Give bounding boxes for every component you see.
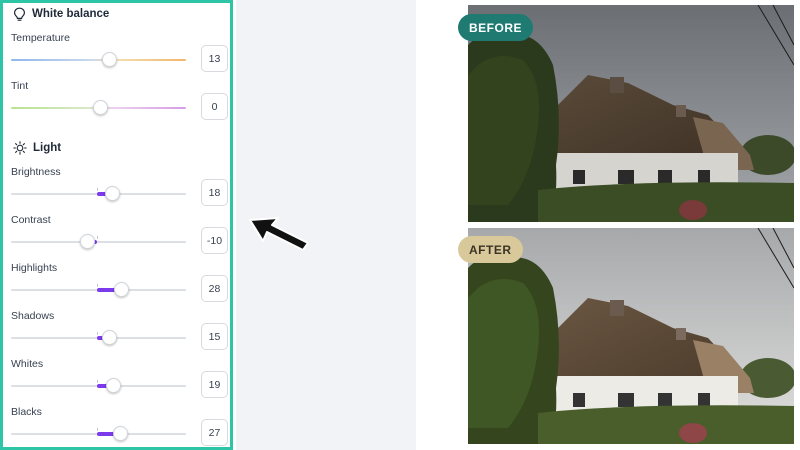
contrast-track[interactable] bbox=[11, 241, 186, 243]
tint-value-field[interactable]: 0 bbox=[201, 93, 228, 120]
contrast-slider-row: Contrast -10 bbox=[11, 214, 228, 260]
temperature-slider-row: Temperature 13 bbox=[11, 32, 228, 78]
tint-slider-row: Tint 0 bbox=[11, 80, 228, 126]
contrast-center-tick bbox=[96, 236, 98, 239]
adjust-panel: White balance Temperature 13 Tint 0 Ligh… bbox=[0, 0, 233, 450]
temperature-slider-handle[interactable] bbox=[102, 52, 117, 67]
brightness-slider-handle[interactable] bbox=[104, 186, 120, 201]
shadows-slider-handle[interactable] bbox=[102, 330, 118, 345]
contrast-label: Contrast bbox=[11, 214, 51, 226]
temperature-value-field[interactable]: 13 bbox=[201, 45, 228, 72]
blacks-center-tick bbox=[96, 428, 98, 431]
lightbulb-icon bbox=[13, 7, 26, 22]
brightness-center-tick bbox=[96, 188, 98, 191]
shadows-center-tick bbox=[96, 332, 98, 335]
shadows-value-field[interactable]: 15 bbox=[201, 323, 228, 350]
temperature-label: Temperature bbox=[11, 32, 70, 44]
tint-label: Tint bbox=[11, 80, 29, 92]
shadows-slider-row: Shadows 15 bbox=[11, 310, 228, 356]
shadows-label: Shadows bbox=[11, 310, 55, 322]
temperature-track[interactable] bbox=[11, 59, 186, 61]
sun-icon bbox=[13, 141, 27, 155]
highlights-center-tick bbox=[96, 284, 98, 287]
brightness-label: Brightness bbox=[11, 166, 61, 178]
blacks-slider-handle[interactable] bbox=[112, 426, 128, 441]
blacks-slider-row: Blacks 27 bbox=[11, 406, 228, 447]
highlights-slider-row: Highlights 28 bbox=[11, 262, 228, 308]
light-title: Light bbox=[33, 142, 62, 154]
before-badge: BEFORE bbox=[458, 14, 534, 41]
light-header: Light bbox=[13, 139, 61, 157]
after-badge: AFTER bbox=[458, 236, 523, 263]
whites-value-field[interactable]: 19 bbox=[201, 371, 228, 398]
white-balance-header: White balance bbox=[13, 5, 109, 23]
whites-slider-row: Whites 19 bbox=[11, 358, 228, 404]
whites-slider-handle[interactable] bbox=[105, 378, 121, 393]
contrast-slider-handle[interactable] bbox=[80, 234, 96, 249]
brightness-slider-row: Brightness 18 bbox=[11, 166, 228, 212]
contrast-value-field[interactable]: -10 bbox=[201, 227, 228, 254]
tint-slider-handle[interactable] bbox=[93, 100, 108, 115]
whites-label: Whites bbox=[11, 358, 44, 370]
whites-center-tick bbox=[96, 380, 98, 383]
blacks-label: Blacks bbox=[11, 406, 42, 418]
white-balance-title: White balance bbox=[32, 8, 110, 20]
highlights-slider-handle[interactable] bbox=[113, 282, 129, 297]
arrow-pointer-icon bbox=[248, 214, 312, 259]
brightness-value-field[interactable]: 18 bbox=[201, 179, 228, 206]
highlights-label: Highlights bbox=[11, 262, 58, 274]
highlights-value-field[interactable]: 28 bbox=[201, 275, 228, 302]
blacks-value-field[interactable]: 27 bbox=[201, 419, 228, 446]
